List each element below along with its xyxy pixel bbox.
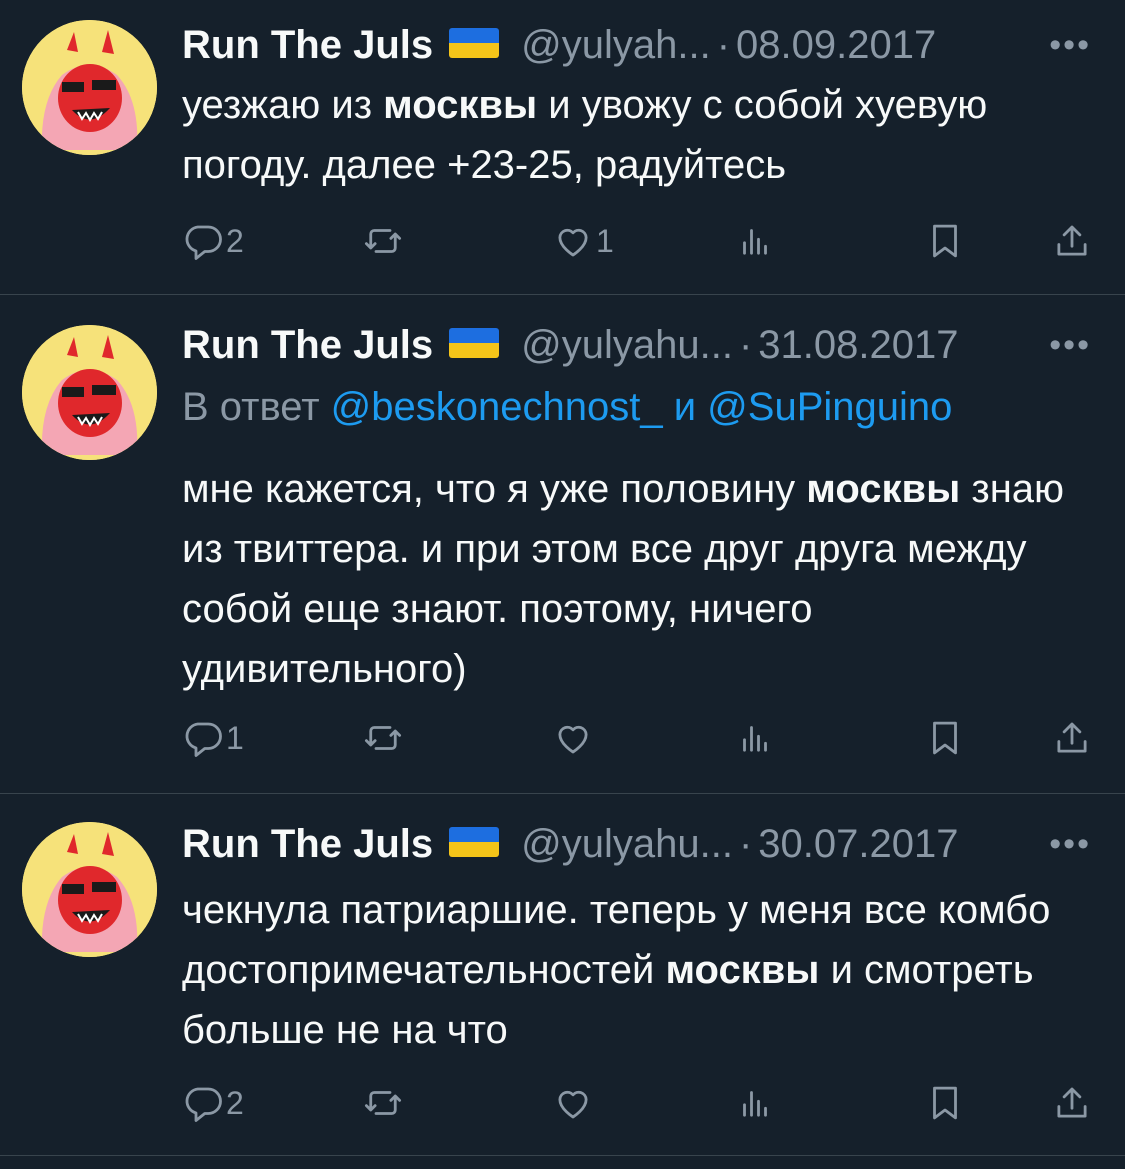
tweet[interactable]: Run The Juls @yulyahu... · 30.07.2017 ••…: [0, 794, 1125, 1156]
tweet-text: уезжаю из москвы и увожу с собой хуевую …: [182, 75, 1095, 195]
share-icon: [1057, 722, 1087, 753]
devil-avatar-icon: [22, 325, 157, 460]
tweet-date[interactable]: 30.07.2017: [758, 822, 958, 867]
like-button[interactable]: 1: [552, 216, 614, 266]
avatar[interactable]: [22, 325, 157, 460]
reply-count: 1: [226, 719, 244, 756]
user-handle[interactable]: @yulyah...: [521, 23, 711, 68]
tweet-date[interactable]: 08.09.2017: [736, 23, 936, 68]
bookmark-icon: [933, 224, 957, 258]
avatar[interactable]: [22, 20, 157, 155]
reply-count: 2: [226, 222, 244, 259]
share-button[interactable]: [1051, 216, 1093, 266]
views-button[interactable]: [734, 713, 776, 763]
reply-button[interactable]: 2: [182, 216, 244, 266]
tweet-actions: 2: [182, 1078, 1095, 1128]
ukraine-flag-icon: [449, 328, 500, 358]
reply-to-joiner: и: [662, 385, 708, 429]
reply-to-line: В ответ @beskonechnost_ и @SuPinguino: [182, 385, 952, 430]
tweet-text-highlight: москвы: [665, 948, 820, 992]
views-icon: [743, 229, 767, 255]
tweet[interactable]: Run The Juls @yulyah... · 08.09.2017 •••…: [0, 0, 1125, 295]
user-handle[interactable]: @yulyahu...: [521, 323, 733, 368]
ukraine-flag-icon: [449, 827, 500, 857]
display-name[interactable]: Run The Juls: [182, 23, 433, 68]
separator-dot: ·: [738, 821, 753, 866]
reply-count: 2: [226, 1084, 244, 1121]
tweet-actions: 1: [182, 713, 1095, 763]
reply-icon: [185, 225, 222, 260]
tweet-text-part: уезжаю из: [182, 83, 384, 127]
retweet-button[interactable]: [362, 1078, 406, 1128]
bookmark-button[interactable]: [924, 713, 966, 763]
more-options-icon[interactable]: •••: [1049, 328, 1091, 362]
like-button[interactable]: [552, 1078, 596, 1128]
more-options-icon[interactable]: •••: [1049, 827, 1091, 861]
tweet-text-highlight: москвы: [806, 467, 961, 511]
retweet-icon: [364, 1091, 402, 1115]
share-button[interactable]: [1051, 713, 1093, 763]
bookmark-icon: [933, 721, 957, 755]
retweet-button[interactable]: [362, 216, 406, 266]
views-icon: [743, 726, 767, 752]
tweet-header: Run The Juls @yulyah... · 08.09.2017 •••: [182, 15, 1105, 75]
display-name[interactable]: Run The Juls: [182, 323, 433, 368]
retweet-icon: [364, 229, 402, 253]
views-icon: [743, 1091, 767, 1117]
more-options-icon[interactable]: •••: [1049, 28, 1091, 62]
tweet[interactable]: Run The Juls @yulyahu... · 31.08.2017 ••…: [0, 295, 1125, 794]
separator-dot: ·: [738, 322, 753, 367]
tweet-text-highlight: москвы: [383, 83, 538, 127]
views-button[interactable]: [734, 216, 776, 266]
reply-icon: [185, 722, 222, 757]
retweet-button[interactable]: [362, 713, 406, 763]
user-handle[interactable]: @yulyahu...: [521, 822, 733, 867]
reply-to-prefix: В ответ: [182, 385, 331, 429]
views-button[interactable]: [734, 1078, 776, 1128]
heart-icon: [558, 1090, 588, 1119]
reply-button[interactable]: 1: [182, 713, 244, 763]
mention-link[interactable]: @SuPinguino: [707, 385, 952, 429]
reply-icon: [185, 1087, 222, 1122]
bookmark-button[interactable]: [924, 216, 966, 266]
bookmark-icon: [933, 1086, 957, 1120]
heart-icon: [558, 725, 588, 754]
mention-link[interactable]: @beskonechnost_: [331, 385, 663, 429]
retweet-icon: [364, 726, 402, 750]
display-name[interactable]: Run The Juls: [182, 822, 433, 867]
share-icon: [1057, 1087, 1087, 1118]
share-button[interactable]: [1051, 1078, 1093, 1128]
ukraine-flag-icon: [449, 28, 500, 58]
tweet-header: Run The Juls @yulyahu... · 31.08.2017 ••…: [182, 315, 1105, 375]
avatar[interactable]: [22, 822, 157, 957]
tweet-header: Run The Juls @yulyahu... · 30.07.2017 ••…: [182, 814, 1105, 874]
like-count: 1: [596, 222, 614, 259]
tweet-text-part: мне кажется, что я уже половину: [182, 467, 807, 511]
bookmark-button[interactable]: [924, 1078, 966, 1128]
tweet-actions: 2 1: [182, 216, 1095, 266]
tweet-text: мне кажется, что я уже половину москвы з…: [182, 459, 1095, 699]
tweet-date[interactable]: 31.08.2017: [758, 323, 958, 368]
tweet-text: чекнула патриаршие. теперь у меня все ко…: [182, 880, 1095, 1060]
separator-dot: ·: [716, 22, 731, 67]
reply-button[interactable]: 2: [182, 1078, 244, 1128]
heart-icon: [558, 228, 588, 257]
devil-avatar-icon: [22, 20, 157, 155]
like-button[interactable]: [552, 713, 596, 763]
devil-avatar-icon: [22, 822, 157, 957]
share-icon: [1057, 225, 1087, 256]
